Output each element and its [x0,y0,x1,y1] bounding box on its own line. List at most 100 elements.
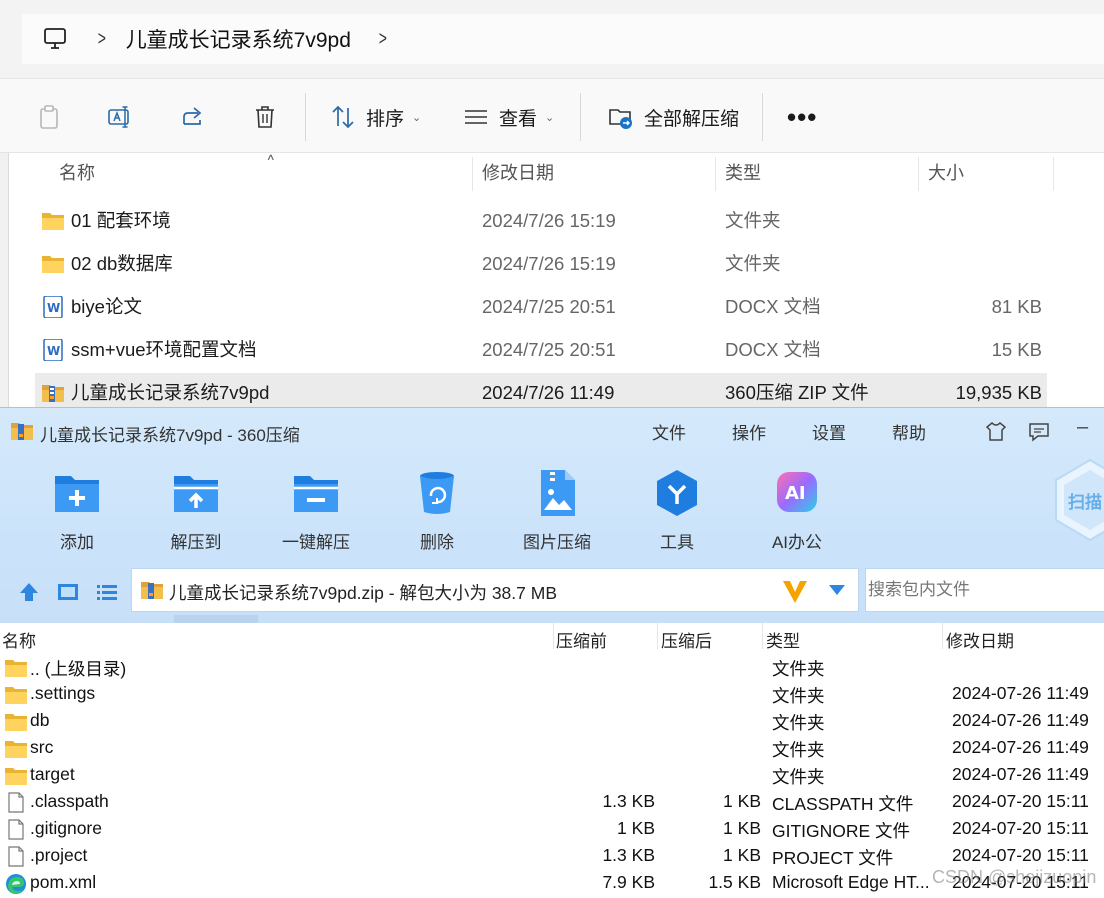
table-row[interactable]: target 文件夹 2024-07-26 11:49 [0,762,1104,789]
entry-name: .settings [30,683,96,703]
rename-button[interactable] [107,97,133,137]
recycle-bin-icon [420,472,454,514]
ai-office-button[interactable]: AI AI办公 [752,468,842,560]
list-item[interactable]: W ssm+vue环境配置文档 2024/7/25 20:51 DOCX 文档 … [35,330,1047,370]
scan-badge-icon[interactable]: 扫描 [1054,458,1104,542]
share-button[interactable] [180,97,206,137]
table-row[interactable]: .project 1.3 KB 1 KB PROJECT 文件 2024-07-… [0,843,1104,870]
dropdown-arrow-icon[interactable] [829,585,845,595]
chevron-right-icon[interactable]: > [98,28,106,51]
zip-column-name[interactable]: 名称 [2,627,36,652]
rename-icon [108,106,129,128]
entry-modified: 2024-07-26 11:49 [952,683,1089,703]
svg-text:W: W [47,301,60,315]
table-row[interactable]: db 文件夹 2024-07-26 11:49 [0,708,1104,735]
view-button[interactable]: 查看 ⌄ [463,97,554,137]
search-input[interactable] [866,569,1096,611]
column-divider[interactable] [553,623,554,649]
up-arrow-icon[interactable] [17,580,41,604]
chevron-down-icon: ⌄ [412,111,422,124]
delete-button[interactable] [252,97,278,137]
extract-all-button[interactable]: 全部解压缩 [608,97,739,137]
entry-modified: 2024-07-20 15:11 [952,791,1089,811]
screen: > 儿童成长记录系统7v9pd > 排序 ⌄ 查看 ⌄ 全部解压缩 ••• ∧ … [0,0,1104,898]
delete-tool-button[interactable]: 删除 [392,468,482,560]
sort-button[interactable]: 排序 ⌄ [330,97,421,137]
explorer-toolbar: 排序 ⌄ 查看 ⌄ 全部解压缩 ••• [0,78,1104,153]
entry-modified: 2024-07-26 11:49 [952,764,1089,784]
menu-file[interactable]: 文件 [652,419,686,444]
tools-button[interactable]: 工具 [632,468,722,560]
docx-icon: W [43,296,63,318]
menu-operations[interactable]: 操作 [732,419,766,444]
archive-search-box[interactable] [865,568,1104,612]
column-name[interactable]: 名称 [59,153,95,193]
file-type: 文件夹 [725,253,781,274]
breadcrumb[interactable]: > 儿童成长记录系统7v9pd > [22,14,1104,64]
archive-path-field[interactable]: 儿童成长记录系统7v9pd.zip - 解包大小为 38.7 MB [131,568,859,612]
v-badge-icon[interactable] [780,575,810,607]
ai-office-icon: AI [777,472,817,512]
delete-tool-label: 删除 [420,533,454,552]
file-date: 2024/7/26 15:19 [482,253,616,274]
column-divider[interactable] [657,623,658,649]
trash-icon [256,106,274,128]
table-row[interactable]: .classpath 1.3 KB 1 KB CLASSPATH 文件 2024… [0,789,1104,816]
column-date[interactable]: 修改日期 [482,153,554,193]
file-name: ssm+vue环境配置文档 [71,339,257,360]
entry-modified: 2024-07-26 11:49 [952,710,1089,730]
entry-name: db [30,710,50,730]
explorer-file-list: ∧ 名称 修改日期 类型 大小 01 配套环境 2024/7/26 15:19 … [0,151,1104,413]
add-button[interactable]: 添加 [32,468,122,560]
thumbnail-view-icon[interactable] [56,580,80,604]
more-button[interactable]: ••• [787,97,817,137]
zip-column-modified[interactable]: 修改日期 [946,627,1014,652]
toolbar-divider [762,93,763,141]
column-divider[interactable] [762,623,763,649]
zip-window: 儿童成长记录系统7v9pd - 360压缩 文件 操作 设置 帮助 – 添加 解… [0,407,1104,898]
column-type[interactable]: 类型 [725,153,761,193]
table-row[interactable]: .settings 文件夹 2024-07-26 11:49 [0,681,1104,708]
feedback-icon[interactable] [1028,420,1050,442]
zip-column-after[interactable]: 压缩后 [661,627,712,652]
chevron-right-icon[interactable]: > [379,28,387,51]
paste-button[interactable] [36,97,62,137]
zip-titlebar[interactable]: 儿童成长记录系统7v9pd - 360压缩 文件 操作 设置 帮助 – [0,408,1104,452]
image-compress-label: 图片压缩 [523,533,591,552]
entry-type: 文件夹 [772,740,825,760]
image-compress-button[interactable]: 图片压缩 [512,468,602,560]
minimize-button[interactable]: – [1077,416,1088,439]
column-size[interactable]: 大小 [928,153,964,193]
column-divider[interactable] [472,157,473,191]
table-row[interactable]: src 文件夹 2024-07-26 11:49 [0,735,1104,762]
list-item[interactable]: 01 配套环境 2024/7/26 15:19 文件夹 [35,201,1047,241]
entry-name: .project [30,845,88,865]
column-divider[interactable] [942,623,943,649]
breadcrumb-folder[interactable]: 儿童成长记录系统7v9pd [126,24,351,54]
list-item[interactable]: 02 db数据库 2024/7/26 15:19 文件夹 [35,244,1047,284]
column-divider[interactable] [715,157,716,191]
menu-settings[interactable]: 设置 [812,419,846,444]
edge-icon [6,874,26,894]
entry-size-before: 7.9 KB [602,872,655,892]
entry-name: src [30,737,54,757]
one-click-extract-button[interactable]: 一键解压 [271,468,361,560]
entry-type: 文件夹 [772,686,825,706]
extract-to-button[interactable]: 解压到 [151,468,241,560]
list-view-icon[interactable] [95,580,119,604]
zip-column-type[interactable]: 类型 [766,627,800,652]
column-divider[interactable] [1053,157,1054,191]
zip-column-before[interactable]: 压缩前 [556,627,607,652]
table-row[interactable]: .gitignore 1 KB 1 KB GITIGNORE 文件 2024-0… [0,816,1104,843]
column-divider[interactable] [918,157,919,191]
computer-icon[interactable] [42,26,68,52]
table-row[interactable]: .. (上级目录) 文件夹 [0,654,1104,681]
image-compress-icon [541,470,575,516]
menu-help[interactable]: 帮助 [892,419,926,444]
list-item[interactable]: W biye论文 2024/7/25 20:51 DOCX 文档 81 KB [35,287,1047,327]
entry-type: 文件夹 [772,659,825,679]
zip-file-list: 名称 压缩前 压缩后 类型 修改日期 .. (上级目录) 文件夹 .settin… [0,623,1104,898]
entry-name: .gitignore [30,818,102,838]
folder-icon [42,213,64,230]
skin-icon[interactable] [985,420,1007,442]
